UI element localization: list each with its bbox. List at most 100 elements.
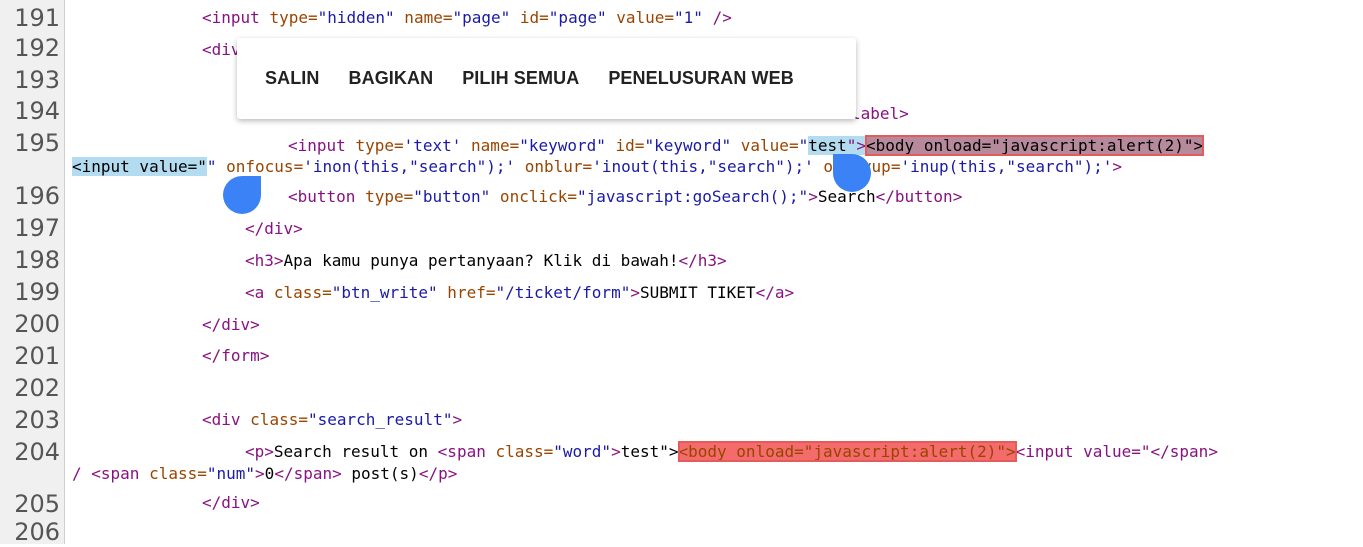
code-token: </form> xyxy=(202,346,270,365)
code-token: 'inon(this,"search");' xyxy=(303,157,516,176)
code-token: "button" xyxy=(413,187,491,206)
code-token: <h3> xyxy=(245,251,284,270)
code-token: id= xyxy=(510,8,549,27)
code-line-195-wrap[interactable]: <input value="" onfocus='inon(this,"sear… xyxy=(72,157,1122,177)
code-token: href= xyxy=(437,283,496,302)
line-number: 205 xyxy=(14,490,60,518)
code-token: label> xyxy=(851,104,909,123)
menu-item-web-search[interactable]: PENELUSURAN WEB xyxy=(608,68,794,89)
selection-handle-end[interactable] xyxy=(833,154,871,192)
line-number: 193 xyxy=(14,66,60,94)
line-number: 197 xyxy=(14,214,60,242)
code-token: <a xyxy=(245,283,274,302)
line-number: 206 xyxy=(14,518,60,546)
code-token: <input xyxy=(202,8,270,27)
code-line-200[interactable]: </div> xyxy=(202,315,260,335)
code-token: 'inout(this,"search");' xyxy=(592,157,814,176)
code-token: onclick= xyxy=(490,187,577,206)
line-number: 199 xyxy=(14,278,60,306)
code-token: <p> xyxy=(245,442,274,461)
code-token: 0 xyxy=(264,464,275,483)
code-token: Search result on xyxy=(273,442,438,461)
code-token: </div> xyxy=(202,493,260,512)
code-token: name= xyxy=(461,136,520,155)
menu-item-copy[interactable]: SALIN xyxy=(265,68,320,89)
code-token: "javascript:goSearch();" xyxy=(577,187,809,206)
line-number: 204 xyxy=(14,438,60,466)
code-line-191[interactable]: <input type="hidden" name="page" id="pag… xyxy=(202,8,732,28)
code-line-204[interactable]: <p>Search result on <span class="word">t… xyxy=(245,441,1218,462)
line-number: 196 xyxy=(14,182,60,210)
code-token: <input value=" xyxy=(1015,442,1151,461)
code-token: "page" xyxy=(548,8,607,27)
code-token: 'inup(this,"search");' xyxy=(900,157,1113,176)
code-line-194[interactable]: label> xyxy=(851,104,909,124)
selected-text: <input value=" xyxy=(72,157,207,176)
code-token: </span> xyxy=(1150,442,1218,461)
code-line-203[interactable]: <div class="search_result"> xyxy=(202,410,462,430)
code-line-201[interactable]: </form> xyxy=(202,346,269,366)
code-token: type= xyxy=(269,8,318,27)
code-token: class= xyxy=(149,464,207,483)
code-token: > xyxy=(611,442,621,461)
code-token: </h3> xyxy=(678,251,727,270)
code-token: <span xyxy=(437,442,496,461)
code-line-204-wrap[interactable]: / <span class="num">0</span> post(s)</p> xyxy=(72,464,457,484)
code-token: Apa kamu punya pertanyaan? Klik di bawah… xyxy=(283,251,679,270)
text-selection-context-menu: SALIN BAGIKAN PILIH SEMUA PENELUSURAN WE… xyxy=(237,38,856,119)
code-line-196[interactable]: <button type="button" onclick="javascrip… xyxy=(288,187,962,207)
line-number: 203 xyxy=(14,406,60,434)
code-token: <button xyxy=(288,187,366,206)
code-line-195[interactable]: <input type='text' name="keyword" id="ke… xyxy=(288,135,1205,156)
code-token: "keyword" xyxy=(519,136,606,155)
line-number: 191 xyxy=(14,4,60,32)
code-token: / xyxy=(72,464,92,483)
line-number: 198 xyxy=(14,246,60,274)
code-token: name= xyxy=(394,8,453,27)
code-token: "word" xyxy=(553,442,612,461)
code-token: class= xyxy=(495,442,554,461)
code-token: id= xyxy=(605,136,645,155)
code-token: "btn_write" xyxy=(331,283,438,302)
code-token: </div> xyxy=(202,315,260,334)
code-token: " xyxy=(206,157,217,176)
code-token: "search_result" xyxy=(307,410,453,429)
code-token: "1" xyxy=(674,8,703,27)
code-token: > xyxy=(630,283,640,302)
code-line-197[interactable]: </div> xyxy=(245,219,303,239)
code-token: <div xyxy=(202,40,241,59)
code-token: > xyxy=(808,187,818,206)
line-number: 195 xyxy=(14,129,60,157)
code-token: SUBMIT TIKET xyxy=(639,283,756,302)
code-token: > xyxy=(452,410,463,429)
code-line-199[interactable]: <a class="btn_write" href="/ticket/form"… xyxy=(245,283,794,303)
line-number: 194 xyxy=(14,97,60,125)
code-token: type= xyxy=(355,136,404,155)
menu-item-select-all[interactable]: PILIH SEMUA xyxy=(462,68,579,89)
code-token: type= xyxy=(365,187,414,206)
code-line-192[interactable]: <div xyxy=(202,40,241,60)
code-token: </div> xyxy=(245,219,303,238)
code-line-198[interactable]: <h3>Apa kamu punya pertanyaan? Klik di b… xyxy=(245,251,727,271)
line-number: 200 xyxy=(14,310,60,338)
code-token: "keyword" xyxy=(644,136,732,155)
code-token: class= xyxy=(250,410,308,429)
code-token: </button> xyxy=(875,187,963,206)
code-token: > xyxy=(255,464,265,483)
code-token: /> xyxy=(702,8,732,27)
code-token: <input xyxy=(288,136,356,155)
code-token: value= xyxy=(731,136,799,155)
code-token: onfocus= xyxy=(216,157,304,176)
line-number: 202 xyxy=(14,374,60,402)
code-token: onblur= xyxy=(515,157,593,176)
code-token: post(s) xyxy=(341,464,419,483)
code-token: <div xyxy=(202,410,251,429)
code-line-205[interactable]: </div> xyxy=(202,493,260,513)
code-token: <span xyxy=(91,464,150,483)
code-token: " xyxy=(798,136,809,155)
menu-item-share[interactable]: BAGIKAN xyxy=(349,68,434,89)
code-token: "/ticket/form" xyxy=(495,283,631,302)
code-token: test"> xyxy=(620,442,679,461)
selection-handle-start[interactable] xyxy=(223,176,261,214)
code-token: "page" xyxy=(452,8,511,27)
